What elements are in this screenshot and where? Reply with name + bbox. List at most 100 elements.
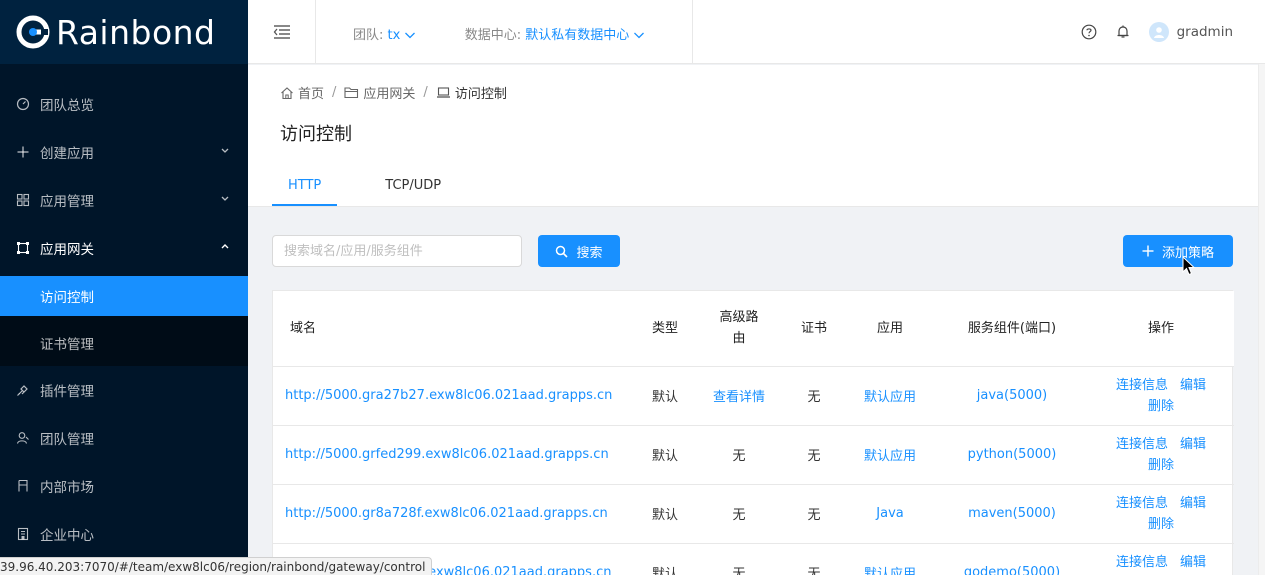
sidebar-item-team-overview[interactable]: 团队总览 <box>0 80 248 128</box>
sidebar-item-label: 团队管理 <box>40 432 94 448</box>
row-actions: 连接信息编辑 删除 <box>1088 366 1234 426</box>
component-link[interactable]: maven(5000) <box>936 484 1088 544</box>
breadcrumb-gateway[interactable]: 应用网关 <box>344 83 415 102</box>
team-selector[interactable]: 团队: tx 数据中心: 默认私有数据中心 <box>353 24 645 43</box>
connect-info-link[interactable]: 连接信息 <box>1116 437 1168 452</box>
component-link[interactable]: python(5000) <box>936 425 1088 485</box>
plus-icon <box>1142 245 1154 257</box>
route-cell: 无 <box>694 543 784 575</box>
search-button[interactable]: 搜索 <box>538 235 620 267</box>
edit-link[interactable]: 编辑 <box>1180 496 1206 511</box>
page-scrollbar[interactable] <box>1258 64 1265 575</box>
mouse-cursor-icon <box>1182 256 1196 276</box>
breadcrumb-separator: / <box>423 85 428 100</box>
top-header: 团队: tx 数据中心: 默认私有数据中心 gradmin <box>248 0 1265 64</box>
browser-status-bar: 39.96.40.203:7070/#/team/exw8lc06/region… <box>0 557 433 575</box>
sidebar-item-certificate-management[interactable]: 证书管理 <box>0 320 248 366</box>
sidebar-item-label: 应用管理 <box>40 194 94 210</box>
table-row: http://5000.gra27b27.exw8lc06.021aad.gra… <box>273 366 1234 426</box>
column-header-domain: 域名 <box>273 291 636 367</box>
sidebar-item-create-app[interactable]: 创建应用 <box>0 128 248 176</box>
sidebar-item-access-control[interactable]: 访问控制 <box>0 276 248 316</box>
sidebar-item-label: 访问控制 <box>40 290 94 306</box>
app-link[interactable]: 默认应用 <box>844 425 936 485</box>
search-input[interactable] <box>272 235 522 267</box>
page-title: 访问控制 <box>280 124 352 145</box>
appstore-icon <box>16 193 30 207</box>
type-cell: 默认 <box>636 425 694 485</box>
team-value[interactable]: tx <box>388 28 401 43</box>
domain-link[interactable]: http://5000.gra27b27.exw8lc06.021aad.gra… <box>273 366 636 426</box>
chevron-down-icon <box>220 194 230 207</box>
header-divider <box>692 0 693 64</box>
logo[interactable]: Rainbond <box>0 0 248 64</box>
table-row: http://5000.gr8a728f.exw8lc06.021aad.gra… <box>273 484 1234 544</box>
sidebar-item-label: 插件管理 <box>40 384 94 400</box>
team-label: 团队: <box>353 28 384 43</box>
cert-cell: 无 <box>784 484 844 544</box>
edit-link[interactable]: 编辑 <box>1180 555 1206 570</box>
type-cell: 默认 <box>636 543 694 575</box>
avatar <box>1148 22 1169 42</box>
dashboard-icon <box>16 97 30 111</box>
menu-toggle-button[interactable] <box>248 0 316 64</box>
connect-info-link[interactable]: 连接信息 <box>1116 496 1168 511</box>
component-link[interactable]: godemo(5000) <box>936 543 1088 575</box>
tab-http[interactable]: HTTP <box>272 166 338 206</box>
breadcrumb-home[interactable]: 首页 <box>280 83 324 102</box>
sidebar-item-internal-market[interactable]: 内部市场 <box>0 462 248 510</box>
sidebar-item-label: 团队总览 <box>40 98 94 114</box>
plus-icon <box>16 145 30 159</box>
add-policy-button[interactable]: 添加策略 <box>1123 235 1233 267</box>
sidebar-item-enterprise-center[interactable]: 企业中心 <box>0 510 248 558</box>
cert-cell: 无 <box>784 425 844 485</box>
sidebar-item-plugin-management[interactable]: 插件管理 <box>0 366 248 414</box>
datacenter-value[interactable]: 默认私有数据中心 <box>525 28 629 43</box>
component-link[interactable]: java(5000) <box>936 366 1088 426</box>
access-control-table: 域名 类型 高级路由 证书 应用 服务组件(端口) 操作 http://5000… <box>272 290 1234 575</box>
edit-link[interactable]: 编辑 <box>1180 378 1206 393</box>
breadcrumb: 首页 / 应用网关 / 访问控制 <box>280 83 507 102</box>
route-details-link[interactable]: 查看详情 <box>694 366 784 426</box>
team-icon <box>16 431 30 445</box>
enterprise-icon <box>16 527 30 541</box>
tab-tcp-udp[interactable]: TCP/UDP <box>369 166 457 206</box>
sidebar-item-app-management[interactable]: 应用管理 <box>0 176 248 224</box>
market-icon <box>16 479 30 493</box>
breadcrumb-label: 访问控制 <box>454 87 507 102</box>
domain-link[interactable]: http://5000.gr8a728f.exw8lc06.021aad.gra… <box>273 484 636 544</box>
domain-link[interactable]: http://5000.grfed299.exw8lc06.021aad.gra… <box>273 425 636 485</box>
search-button-label: 搜索 <box>576 245 603 261</box>
delete-link[interactable]: 删除 <box>1148 399 1174 414</box>
gateway-submenu: 访问控制 证书管理 <box>0 276 248 366</box>
sidebar-item-label: 内部市场 <box>40 480 94 496</box>
folder-icon <box>344 87 359 99</box>
rainbond-logo-icon <box>16 15 50 49</box>
bell-icon[interactable] <box>1115 24 1131 40</box>
connect-info-link[interactable]: 连接信息 <box>1116 378 1168 393</box>
app-link[interactable]: 默认应用 <box>844 543 936 575</box>
search-icon <box>556 245 569 258</box>
delete-link[interactable]: 删除 <box>1148 517 1174 532</box>
chevron-down-icon <box>405 32 416 39</box>
table-header-row: 域名 类型 高级路由 证书 应用 服务组件(端口) 操作 <box>273 291 1234 367</box>
delete-link[interactable]: 删除 <box>1148 458 1174 473</box>
user-menu[interactable]: gradmin <box>1148 22 1233 42</box>
edit-link[interactable]: 编辑 <box>1180 437 1206 452</box>
help-icon[interactable] <box>1081 24 1097 40</box>
app-link[interactable]: Java <box>844 484 936 544</box>
connect-info-link[interactable]: 连接信息 <box>1116 555 1168 570</box>
column-header-actions: 操作 <box>1088 291 1234 367</box>
column-header-app: 应用 <box>844 291 936 367</box>
row-actions: 连接信息编辑 删除 <box>1088 543 1234 575</box>
column-header-certificate: 证书 <box>784 291 844 367</box>
row-actions: 连接信息编辑 删除 <box>1088 484 1234 544</box>
cert-cell: 无 <box>784 366 844 426</box>
sidebar: Rainbond 团队总览 创建应用 应用管理 应用网关 访问控制 证书管理 插… <box>0 0 248 575</box>
sidebar-item-app-gateway[interactable]: 应用网关 <box>0 224 248 272</box>
app-link[interactable]: 默认应用 <box>844 366 936 426</box>
column-header-component-port: 服务组件(端口) <box>936 291 1088 367</box>
sidebar-item-team-management[interactable]: 团队管理 <box>0 414 248 462</box>
header-actions: gradmin <box>1081 0 1233 64</box>
gateway-icon <box>16 241 30 255</box>
